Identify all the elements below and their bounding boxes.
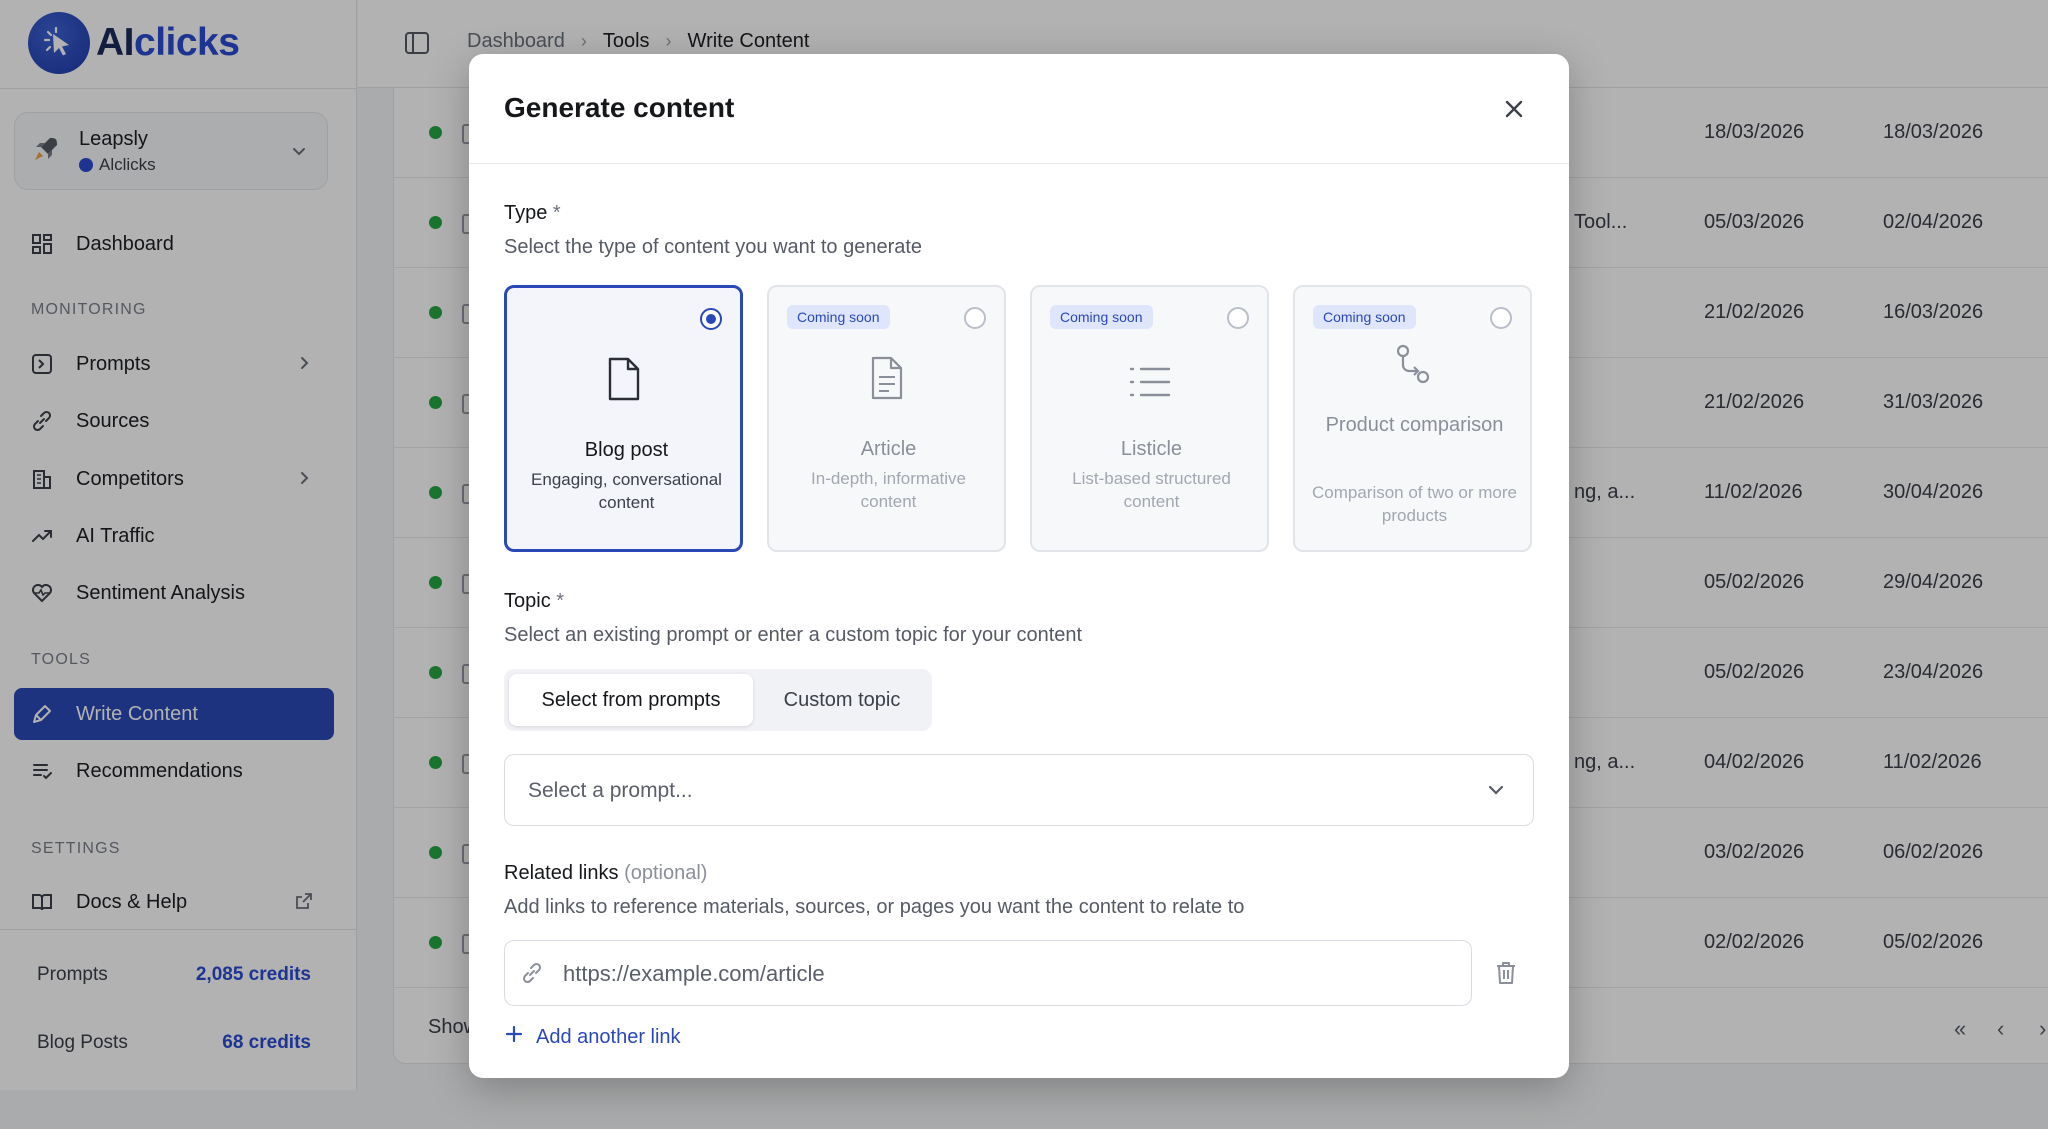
related-links-label: Related links (optional) <box>504 862 708 884</box>
dialog-title: Generate content <box>504 92 735 123</box>
radio-product-comparison[interactable] <box>1490 307 1512 329</box>
radio-blog-post[interactable] <box>700 308 722 330</box>
git-compare-icon <box>1295 343 1530 385</box>
tab-custom-topic[interactable]: Custom topic <box>757 674 927 726</box>
file-text-icon <box>769 355 1004 401</box>
link-icon <box>521 962 543 989</box>
type-card-product-comparison[interactable]: Coming soon Product comparison Compariso… <box>1293 285 1532 552</box>
related-link-field <box>504 940 1472 1006</box>
type-card-listicle[interactable]: Coming soon Listicle List-based structur… <box>1030 285 1269 552</box>
generate-content-dialog: Generate content Type * Select the type … <box>469 54 1569 1078</box>
chevron-down-icon <box>1485 779 1507 806</box>
coming-soon-badge: Coming soon <box>1313 305 1416 329</box>
topic-label: Topic * <box>504 590 565 612</box>
prompt-select[interactable]: Select a prompt... <box>504 754 1534 826</box>
file-icon <box>507 356 740 402</box>
type-card-article[interactable]: Coming soon Article In-depth, informativ… <box>767 285 1006 552</box>
add-another-link-button[interactable]: Add another link <box>504 1024 681 1050</box>
tab-select-from-prompts[interactable]: Select from prompts <box>509 674 753 726</box>
topic-source-toggle: Select from prompts Custom topic <box>504 669 932 731</box>
plus-icon <box>504 1024 524 1050</box>
dialog-header: Generate content <box>469 54 1569 164</box>
type-card-blog-post[interactable]: Blog post Engaging, conversational conte… <box>504 285 743 552</box>
related-link-input[interactable] <box>563 955 1443 993</box>
topic-help: Select an existing prompt or enter a cus… <box>504 624 1083 646</box>
list-icon <box>1032 365 1267 399</box>
radio-article[interactable] <box>964 307 986 329</box>
coming-soon-badge: Coming soon <box>787 305 890 329</box>
related-links-help: Add links to reference materials, source… <box>504 896 1245 918</box>
coming-soon-badge: Coming soon <box>1050 305 1153 329</box>
trash-icon[interactable] <box>1494 960 1518 991</box>
type-help: Select the type of content you want to g… <box>504 236 923 258</box>
close-icon[interactable] <box>1499 94 1529 124</box>
radio-listicle[interactable] <box>1227 307 1249 329</box>
type-label: Type * <box>504 202 561 224</box>
